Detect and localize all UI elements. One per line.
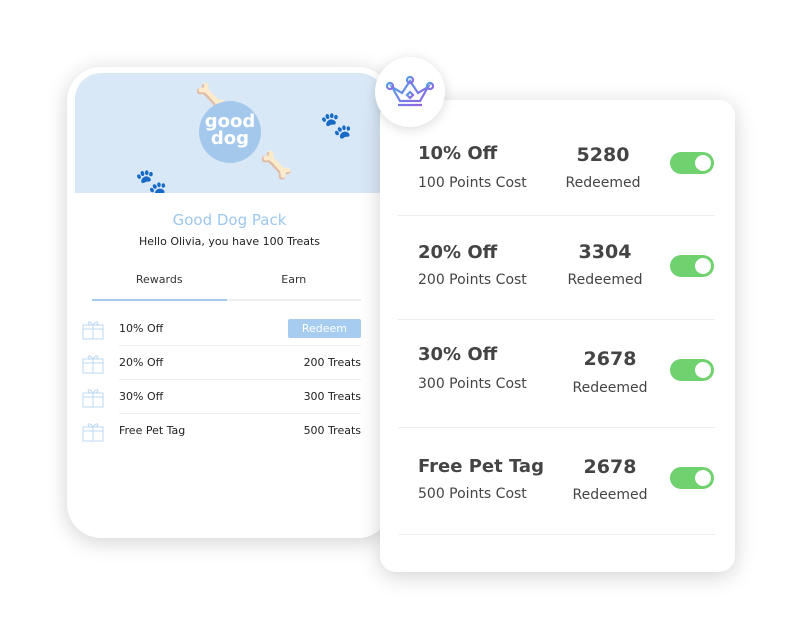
reward-name: Free Pet Tag	[418, 456, 544, 477]
page-title: Good Dog Pack	[172, 211, 287, 229]
reward-cost: 100 Points Cost	[418, 175, 527, 191]
phone-mockup: 🦴 🐾 🦴 🐾 good dog Good Dog Pack Hello Oli…	[67, 67, 392, 538]
reward-row: 10% Off 100 Points Cost 5280 Redeemed	[398, 110, 715, 216]
redeemed-count: 5280	[576, 144, 630, 166]
reward-name: 10% Off	[418, 143, 498, 164]
reward-row: Free Pet Tag 500 Points Cost 2678 Redeem…	[398, 428, 715, 535]
reward-cost: 200 Points Cost	[418, 272, 527, 288]
reward-name: 10% Off	[119, 322, 164, 335]
redeemed-label: Redeemed	[567, 272, 643, 288]
gift-icon	[82, 321, 104, 340]
redeemed-count: 2678	[583, 348, 637, 370]
reward-cost: 300 Treats	[303, 390, 361, 403]
greeting: Hello Olivia, you have 100 Treats	[138, 235, 321, 248]
reward-cost: 500 Points Cost	[418, 486, 527, 502]
list-item: 20% Off 200 Treats	[81, 346, 361, 380]
list-item: Free Pet Tag 500 Treats	[81, 414, 361, 448]
rewards-list: 10% Off Redeem 20% Off 200 Treats 30% Off 3…	[81, 312, 361, 448]
reward-name: 30% Off	[418, 344, 498, 365]
gift-icon	[82, 355, 104, 374]
paw-icon: 🐾	[135, 168, 168, 193]
reward-cost: 300 Points Cost	[418, 376, 527, 392]
enable-toggle[interactable]	[670, 152, 714, 174]
redeemed-count: 3304	[578, 241, 632, 263]
header-banner: 🦴 🐾 🦴 🐾 good dog	[75, 73, 385, 193]
enable-toggle[interactable]	[670, 255, 714, 277]
bone-icon: 🦴	[260, 151, 293, 181]
reward-name: 20% Off	[418, 242, 498, 263]
reward-name: 20% Off	[119, 356, 164, 369]
reward-row: 20% Off 200 Points Cost 3304 Redeemed	[398, 216, 715, 320]
redeemed-label: Redeemed	[565, 175, 641, 191]
redeem-button[interactable]: Redeem	[287, 319, 361, 338]
gift-icon	[82, 423, 104, 442]
enable-toggle[interactable]	[670, 467, 714, 489]
redeemed-label: Redeemed	[572, 380, 648, 396]
good-dog-logo: good dog	[199, 101, 261, 163]
crown-badge	[375, 57, 445, 127]
tab-bar: Rewards Earn	[92, 273, 361, 301]
tab-earn[interactable]: Earn	[227, 273, 362, 299]
redeemed-label: Redeemed	[572, 487, 648, 503]
paw-icon: 🐾	[320, 111, 353, 141]
reward-name: 30% Off	[119, 390, 164, 403]
logo-text: dog	[210, 128, 250, 149]
rewards-admin-card: 10% Off 100 Points Cost 5280 Redeemed 20…	[380, 100, 735, 572]
reward-cost: 500 Treats	[303, 424, 361, 437]
reward-cost: 200 Treats	[303, 356, 361, 369]
reward-name: Free Pet Tag	[119, 424, 186, 437]
reward-row: 30% Off 300 Points Cost 2678 Redeemed	[398, 320, 715, 428]
redeemed-count: 2678	[583, 456, 637, 478]
list-item: 30% Off 300 Treats	[81, 380, 361, 414]
tab-rewards[interactable]: Rewards	[92, 273, 227, 301]
crown-icon	[386, 75, 434, 107]
gift-icon	[82, 389, 104, 408]
list-item: 10% Off Redeem	[81, 312, 361, 346]
enable-toggle[interactable]	[670, 359, 714, 381]
